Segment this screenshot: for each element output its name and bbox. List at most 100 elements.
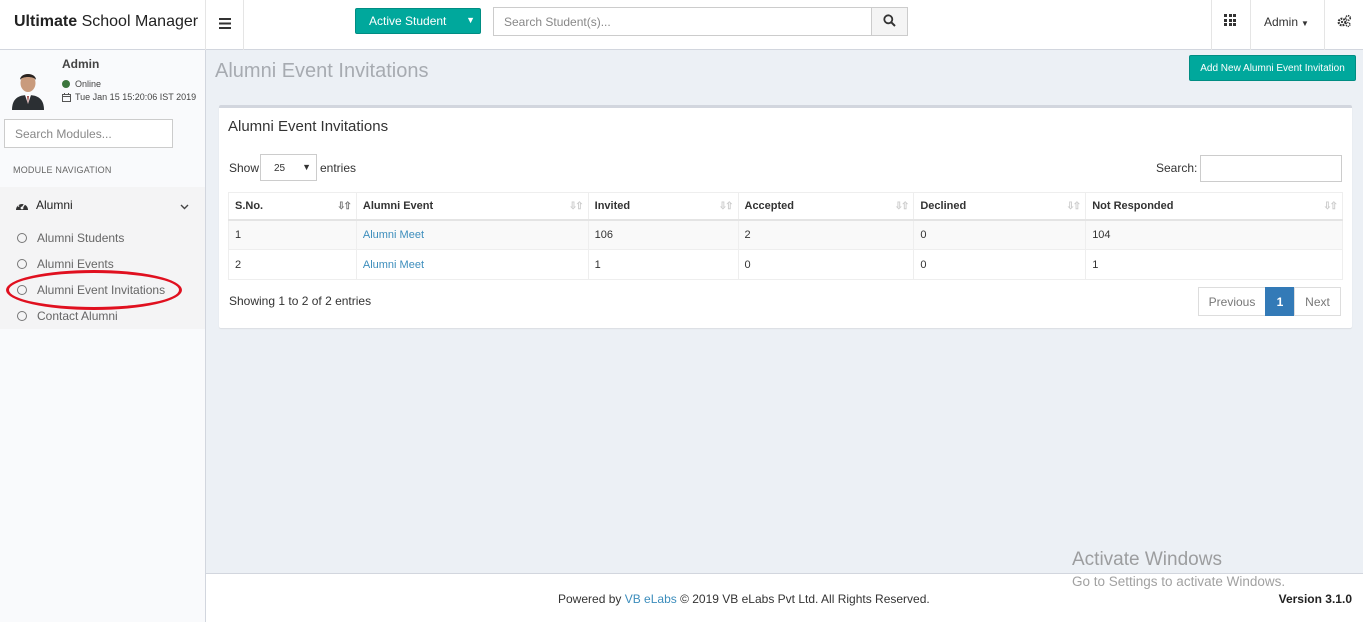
admin-label: Admin: [1264, 15, 1299, 29]
sort-asc-icon: ⇩⇧: [337, 201, 352, 212]
table-row: 1 Alumni Meet 106 2 0 104: [228, 219, 1343, 250]
box-title: Alumni Event Invitations: [228, 118, 389, 135]
cell-sno: 2: [228, 249, 357, 280]
page-title: Alumni Event Invitations: [215, 60, 429, 82]
sort-icon: ⇩⇧: [1066, 201, 1081, 212]
invitations-table: S.No. ⇩⇧ Alumni Event ⇩⇧ Invited ⇩⇧ Accepte…: [228, 192, 1343, 280]
alumni-event-link[interactable]: Alumni Meet: [363, 229, 424, 241]
table-search-input[interactable]: [1200, 155, 1342, 182]
user-timestamp: Tue Jan 15 15:20:06 IST 2019: [62, 92, 196, 102]
column-header-label: Invited: [594, 199, 631, 212]
cell-declined: 0: [913, 249, 1087, 280]
search-icon: [883, 13, 896, 30]
sidebar-item-label: Contact Alumni: [37, 309, 118, 323]
sidebar-toggle[interactable]: [206, 0, 244, 50]
add-alumni-event-invitation-button[interactable]: Add New Alumni Event Invitation: [1189, 55, 1356, 81]
cell-declined: 0: [913, 219, 1087, 250]
cell-invited: 1: [587, 249, 739, 280]
active-student-dropdown[interactable]: Active Student ▼: [355, 8, 481, 34]
sidebar-item-contact-alumni[interactable]: Contact Alumni: [17, 309, 118, 323]
entries-value: 25: [274, 163, 286, 174]
caret-down-icon: ▼: [302, 162, 311, 172]
footer-copyright: Powered by VB eLabs © 2019 VB eLabs Pvt …: [558, 592, 930, 606]
caret-down-icon: ▼: [1301, 19, 1309, 28]
caret-down-icon: ▼: [466, 15, 475, 25]
cell-sno: 1: [228, 219, 357, 250]
column-header-invited[interactable]: Invited ⇩⇧: [587, 192, 739, 221]
calendar-icon: [62, 92, 71, 102]
column-header-alumni-event[interactable]: Alumni Event ⇩⇧: [355, 192, 589, 221]
pagination-page-1[interactable]: 1: [1265, 287, 1295, 316]
sort-icon: ⇩⇧: [894, 201, 910, 212]
company-link[interactable]: VB eLabs: [625, 592, 677, 606]
student-search-input[interactable]: [493, 7, 872, 36]
column-header-label: Declined: [920, 199, 967, 212]
show-label: Show: [229, 161, 260, 175]
sidebar: Admin Online Tue Jan 15 15:20:06 IST 201…: [0, 50, 206, 622]
cell-alumni-event: Alumni Meet: [355, 249, 589, 280]
pagination-previous[interactable]: Previous: [1198, 287, 1266, 316]
module-navigation-header: MODULE NAVIGATION: [13, 165, 112, 175]
windows-activation-watermark-subtitle: Go to Settings to activate Windows.: [1072, 574, 1286, 589]
hamburger-icon: [218, 16, 231, 34]
column-header-label: Alumni Event: [362, 199, 434, 212]
version-label: Version 3.1.0: [1278, 592, 1352, 606]
sidebar-item-alumni-students[interactable]: Alumni Students: [17, 231, 124, 245]
column-header-accepted[interactable]: Accepted ⇩⇧: [737, 192, 915, 221]
alumni-event-link[interactable]: Alumni Meet: [363, 259, 424, 271]
column-header-label: S.No.: [235, 199, 264, 212]
table-search-label: Search:: [1156, 161, 1198, 175]
brand-rest: School Manager: [77, 13, 199, 30]
header-divider: [1324, 0, 1325, 50]
brand-bold: Ultimate: [14, 13, 78, 30]
cell-not-responded: 104: [1085, 219, 1343, 250]
column-header-label: Accepted: [744, 199, 795, 212]
entries-per-page-select[interactable]: 25 ▼: [260, 154, 317, 181]
module-search-input[interactable]: [4, 119, 173, 148]
dashboard-icon: [15, 199, 29, 211]
column-header-not-responded[interactable]: Not Responded ⇩⇧: [1085, 192, 1343, 221]
student-search-button[interactable]: [872, 7, 908, 36]
chevron-down-icon: [180, 199, 189, 213]
brand-logo[interactable]: Ultimate School Manager: [0, 0, 206, 50]
active-student-label: Active Student: [369, 14, 447, 28]
circle-icon: [17, 259, 27, 269]
sidebar-item-alumni[interactable]: Alumni: [0, 187, 205, 223]
entries-label: entries: [320, 161, 357, 175]
cell-invited: 106: [587, 219, 739, 250]
admin-user-menu[interactable]: Admin ▼: [1264, 15, 1309, 29]
user-status: Online: [62, 79, 101, 89]
circle-icon: [17, 233, 27, 243]
avatar: [10, 68, 46, 110]
powered-by-text: Powered by: [558, 592, 625, 606]
cell-alumni-event: Alumni Meet: [355, 219, 589, 250]
sort-icon: ⇩⇧: [1323, 201, 1338, 212]
table-row: 2 Alumni Meet 1 0 0 1: [228, 249, 1343, 280]
column-header-label: Not Responded: [1092, 199, 1174, 212]
status-text: Online: [75, 79, 102, 89]
column-header-sno[interactable]: S.No. ⇩⇧: [228, 192, 357, 221]
sort-icon: ⇩⇧: [568, 201, 584, 212]
sort-icon: ⇩⇧: [718, 201, 734, 212]
table-info: Showing 1 to 2 of 2 entries: [229, 294, 372, 308]
grid-icon[interactable]: [1224, 14, 1236, 26]
online-dot-icon: [62, 80, 70, 88]
copyright-text: © 2019 VB eLabs Pvt Ltd. All Rights Rese…: [676, 592, 930, 606]
pagination-next[interactable]: Next: [1294, 287, 1341, 316]
cell-accepted: 0: [737, 249, 915, 280]
invitations-box: Alumni Event Invitations Show 25 ▼ entri…: [219, 105, 1352, 328]
windows-activation-watermark-title: Activate Windows: [1072, 549, 1222, 570]
column-header-declined[interactable]: Declined ⇩⇧: [913, 192, 1087, 221]
sidebar-item-label: Alumni Students: [37, 231, 125, 245]
cell-accepted: 2: [737, 219, 915, 250]
header-divider: [1211, 0, 1212, 50]
pagination: Previous 1 Next: [1198, 287, 1341, 316]
sidebar-item-alumni-events[interactable]: Alumni Events: [17, 257, 114, 271]
circle-icon: [17, 311, 27, 321]
cogs-icon[interactable]: [1337, 14, 1352, 31]
user-name: Admin: [62, 57, 100, 71]
top-header: Ultimate School Manager Active Student ▼…: [0, 0, 1363, 50]
sidebar-item-label: Alumni: [36, 198, 73, 212]
header-divider: [1250, 0, 1251, 50]
timestamp-text: Tue Jan 15 15:20:06 IST 2019: [75, 92, 197, 102]
